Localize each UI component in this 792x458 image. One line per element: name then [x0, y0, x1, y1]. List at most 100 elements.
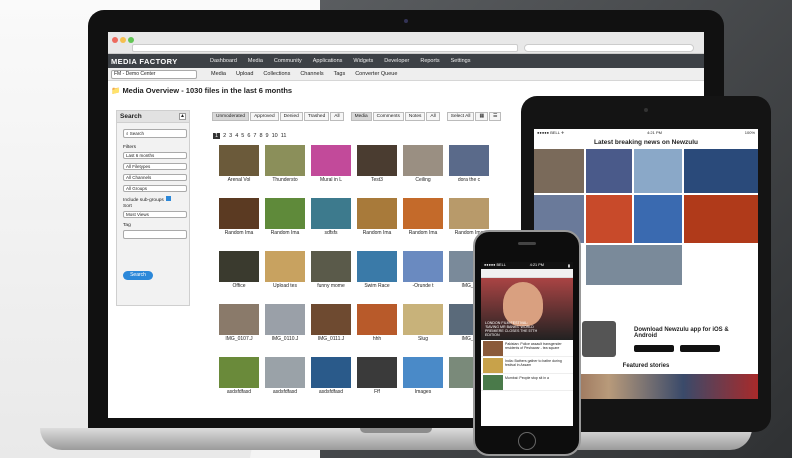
filters-label: Filters — [123, 145, 137, 150]
nav-reports[interactable]: Reports — [420, 58, 439, 64]
page-title-main: Media Overview — [122, 86, 180, 95]
media-thumbnail[interactable]: Slug — [403, 304, 443, 345]
media-thumbnail[interactable]: Office — [219, 251, 259, 292]
news-tile[interactable] — [586, 195, 632, 243]
filter-channel-select[interactable]: All Channels — [123, 174, 187, 181]
media-thumbnail[interactable]: IMG_0111.J — [311, 304, 351, 345]
include-subgroups-checkbox[interactable] — [166, 196, 172, 201]
media-thumbnail[interactable]: funny mome — [311, 251, 351, 292]
news-tile[interactable] — [684, 195, 758, 243]
tab-trashed[interactable]: Trashed — [303, 112, 330, 121]
media-thumbnail[interactable]: Test3 — [357, 145, 397, 186]
media-thumbnail[interactable]: Swim Race — [357, 251, 397, 292]
minimize-window-button[interactable] — [120, 37, 126, 43]
tab-all-status[interactable]: All — [330, 112, 344, 121]
media-thumbnail[interactable]: asdsfdfasd — [311, 357, 351, 398]
tab-notes[interactable]: Notes — [404, 112, 426, 121]
browser-search-field[interactable] — [524, 44, 694, 52]
media-thumbnail[interactable]: Arenal Vol — [219, 145, 259, 186]
media-thumbnail[interactable]: sdfsfs — [311, 198, 351, 239]
media-thumbnail[interactable]: Ceiling — [403, 145, 443, 186]
news-tile[interactable] — [586, 245, 682, 285]
thumbnail-image — [265, 304, 305, 335]
filter-date-select[interactable]: Last 6 months — [123, 152, 187, 159]
media-thumbnail[interactable]: Random Ima — [357, 198, 397, 239]
media-thumbnail[interactable]: hhh — [357, 304, 397, 345]
news-tile[interactable] — [684, 149, 758, 193]
media-thumbnail[interactable]: IMG_0110.J — [265, 304, 305, 345]
select-all-button[interactable]: Select All — [446, 112, 475, 121]
maximize-window-button[interactable] — [128, 37, 134, 43]
tab-denied[interactable]: Denied — [279, 112, 303, 121]
nav-media[interactable]: Media — [248, 58, 263, 64]
filter-filetype-select[interactable]: All Filetypes — [123, 163, 187, 170]
page-link[interactable]: 11 — [281, 133, 287, 139]
list-view-icon[interactable]: ☰ — [489, 112, 502, 121]
subnav-media[interactable]: Media — [211, 71, 226, 77]
news-tile[interactable] — [534, 149, 584, 193]
media-thumbnail[interactable]: asdsfdfasd — [219, 357, 259, 398]
tab-media[interactable]: Media — [350, 112, 372, 121]
folder-icon: 📁 — [111, 86, 121, 95]
media-thumbnail[interactable]: Random Ima — [265, 198, 305, 239]
subnav-tags[interactable]: Tags — [334, 71, 346, 77]
list-item[interactable]: Mumbai: People stop sit in a — [481, 374, 573, 391]
media-thumbnail[interactable]: Fff — [357, 357, 397, 398]
sort-select[interactable]: Most Views — [123, 211, 187, 218]
search-button[interactable]: Search — [123, 271, 153, 280]
page-link[interactable]: 4 — [235, 133, 238, 139]
page-link[interactable]: 8 — [259, 133, 262, 139]
media-thumbnail[interactable]: IMG_0107.J — [219, 304, 259, 345]
phone-home-button[interactable] — [518, 432, 536, 450]
media-thumbnail[interactable]: Thundersto — [265, 145, 305, 186]
nav-applications[interactable]: Applications — [313, 58, 343, 64]
address-bar[interactable] — [132, 44, 518, 52]
page-link[interactable]: 7 — [253, 133, 256, 139]
media-thumbnail[interactable]: Random Ima — [219, 198, 259, 239]
page-link[interactable]: 9 — [266, 133, 269, 139]
page-link[interactable]: 2 — [223, 133, 226, 139]
subnav-collections[interactable]: Collections — [263, 71, 290, 77]
list-item[interactable]: India: Bathers gather to bathe during fe… — [481, 357, 573, 374]
close-window-button[interactable] — [112, 37, 118, 43]
nav-dashboard[interactable]: Dashboard — [210, 58, 237, 64]
news-tile[interactable] — [634, 149, 682, 193]
grid-view-icon[interactable]: ▦ — [475, 112, 489, 121]
page-link[interactable]: 6 — [247, 133, 250, 139]
media-thumbnail[interactable]: Random Ima — [403, 198, 443, 239]
list-item[interactable]: Pakistan: Police assault transgender res… — [481, 340, 573, 357]
page-title-count: - 1030 files in the last 6 months — [179, 86, 293, 95]
tab-comments[interactable]: Comments — [372, 112, 404, 121]
tab-unmoderated[interactable]: Unmoderated — [212, 112, 250, 121]
tab-approved[interactable]: Approved — [250, 112, 279, 121]
tag-input[interactable] — [123, 230, 187, 239]
media-thumbnail[interactable]: Mural in L — [311, 145, 351, 186]
media-thumbnail[interactable]: Upload tes — [265, 251, 305, 292]
media-thumbnail[interactable]: dora the c — [449, 145, 489, 186]
thumbnail-caption: IMG_0107.J — [225, 336, 253, 342]
news-tile[interactable] — [586, 149, 632, 193]
site-selector[interactable]: FM - Demo Center — [111, 69, 197, 79]
collapse-icon[interactable]: ▲ — [179, 113, 186, 120]
nav-community[interactable]: Community — [274, 58, 302, 64]
media-thumbnail[interactable]: Images — [403, 357, 443, 398]
nav-settings[interactable]: Settings — [451, 58, 471, 64]
nav-developer[interactable]: Developer — [384, 58, 409, 64]
google-play-badge[interactable] — [680, 345, 720, 352]
app-store-badge[interactable] — [634, 345, 674, 352]
phone-hero-story[interactable]: LONDON FILM FESTIVAL: 'SAVING MR BANKS' … — [481, 278, 573, 340]
page-link[interactable]: 10 — [272, 133, 278, 139]
filter-group-select[interactable]: All Groups — [123, 185, 187, 192]
page-link[interactable]: 3 — [229, 133, 232, 139]
subnav-upload[interactable]: Upload — [236, 71, 253, 77]
page-link[interactable]: 1 — [213, 133, 221, 139]
media-thumbnail[interactable]: -Orunde t — [403, 251, 443, 292]
subnav-channels[interactable]: Channels — [300, 71, 323, 77]
page-link[interactable]: 5 — [241, 133, 244, 139]
news-tile[interactable] — [634, 195, 682, 243]
media-thumbnail[interactable]: asdsfdfasd — [265, 357, 305, 398]
nav-widgets[interactable]: Widgets — [353, 58, 373, 64]
search-input[interactable]: ⌕ Search — [123, 129, 187, 138]
subnav-converter-queue[interactable]: Converter Queue — [355, 71, 397, 77]
tab-all-types[interactable]: All — [426, 112, 440, 121]
